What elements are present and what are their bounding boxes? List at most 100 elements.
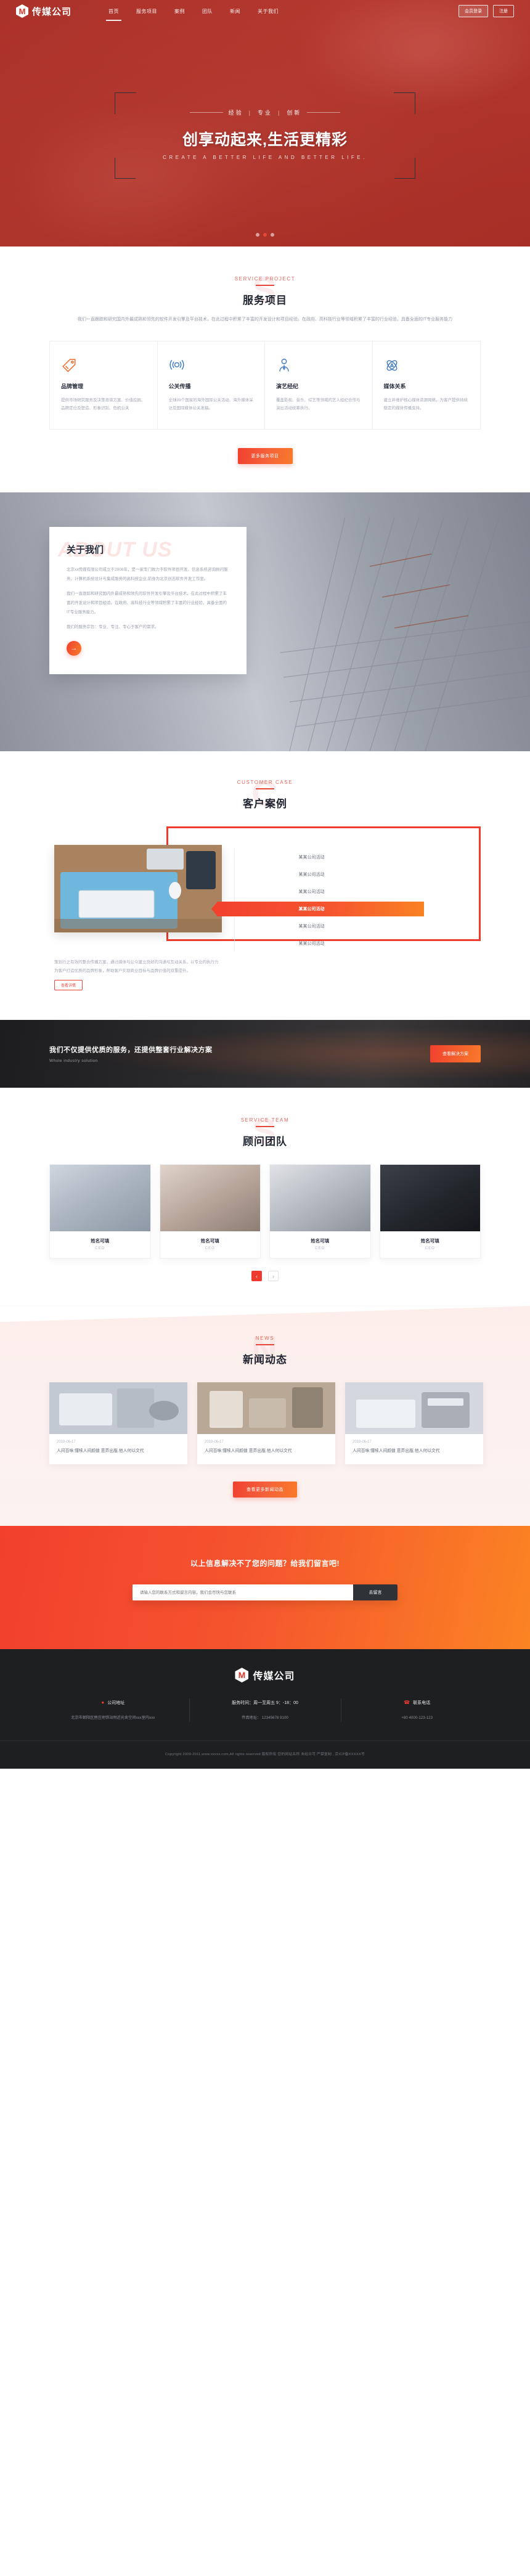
service-card-title: 演艺经纪 (276, 383, 299, 389)
cases-heading-rule (256, 788, 274, 789)
chevron-right-icon[interactable]: › (268, 1271, 279, 1282)
services-card-grid: 品牌管理 提供市场研究服务及决策咨询方案、价值挖掘、品牌定位及塑造、形象识别、危… (49, 340, 481, 430)
message-input[interactable] (132, 1584, 353, 1601)
cases-section: C CUSTOMER CASE 客户案例 某某公司活动 某某公司活动 某某公司活… (0, 751, 530, 1021)
team-member-role: CEO (95, 1247, 105, 1251)
about-paragraph-3: 我们的服务宗旨：专业、专注、专心于客户的需求。 (67, 624, 159, 629)
services-section: S SERVICE PROJECT 服务项目 我们一直跟踪和研究国内外最成熟和领… (0, 247, 530, 492)
team-member-card[interactable]: 姓名可填 CEO (269, 1164, 371, 1259)
nav-item-about[interactable]: 关于我们 (258, 6, 279, 17)
team-grid: 姓名可填 CEO 姓名可填 CEO 姓名可填 CEO 姓名可填 CEO (49, 1164, 481, 1259)
case-list-item-active[interactable]: 某某公司活动 (235, 900, 388, 918)
register-button[interactable]: 注册 (493, 5, 514, 17)
news-card[interactable]: 2019-06-17 人间百味;懂嗦人间颜值 意弄出版,他人何以文代 (49, 1382, 187, 1465)
arrow-right-icon[interactable]: → (67, 640, 81, 656)
footer-phone-label: 联系电话 (413, 1701, 431, 1706)
hero-kicker-rule-right (307, 112, 341, 113)
nav-item-services[interactable]: 服务项目 (136, 6, 157, 17)
footer-column-head: ☎ 联系电话 (347, 1700, 487, 1706)
service-card-artist[interactable]: 演艺经纪 覆盖影视、音乐、综艺等领域的艺人经纪合作与演出活动统筹执行。 (265, 341, 373, 429)
team-section: S SERVICE TEAM 顾问团队 姓名可填 CEO 姓名可填 CEO 姓名… (0, 1088, 530, 1306)
service-card-media[interactable]: 媒体关系 建立并维护核心媒体资源网络，为客户提供持续稳定的媒体传播支持。 (373, 341, 481, 429)
hero-kicker-3: 创新 (287, 110, 302, 116)
team-member-card[interactable]: 姓名可填 CEO (379, 1164, 481, 1259)
news-heading-rule (256, 1344, 274, 1346)
footer-phone-value: +80 4000-123-123 (401, 1716, 433, 1721)
service-card-text: 提供市场研究服务及决策咨询方案、价值挖掘、品牌定位及塑造、形象识别、危机公关 (61, 397, 145, 411)
about-paragraph-2: 我们一直跟踪和研究国内外最成熟和领先的软件开发引擎及平台技术，在此过程中积累了丰… (67, 591, 227, 614)
case-list-item[interactable]: 某某公司活动 (235, 935, 388, 952)
hero-dot-2[interactable] (263, 233, 267, 237)
news-button-row: 查看更多新闻动态 (49, 1482, 481, 1498)
hero-content: 经验 | 专业 | 创新 创享动起来,生活更精彩 CREATE A BETTER… (0, 92, 530, 179)
about-paragraph-1: 北京xx传媒有限公司成立于2008年，是一家专门致力于软件项目开发、信息系统咨询… (67, 567, 228, 581)
service-card-brand[interactable]: 品牌管理 提供市场研究服务及决策咨询方案、价值挖掘、品牌定位及塑造、形象识别、危… (50, 341, 158, 429)
solution-banner: 我们不仅提供优质的服务，还提供整套行业解决方案 Whole industry s… (0, 1020, 530, 1088)
team-member-role: CEO (205, 1247, 215, 1251)
hero-dot-1[interactable] (256, 233, 259, 237)
page-root: M 传媒公司 首页 服务项目 案例 团队 新闻 关于我们 会员登录 注册 经验 … (0, 0, 530, 1769)
footer-logo-text: 传媒公司 (253, 1671, 295, 1682)
news-card[interactable]: 2019-06-17 人间百味;懂嗦人间颜值 意弄出版,他人何以文代 (345, 1382, 483, 1465)
contact-section: 以上信息解决不了您的问题？给我们留言吧! 去留言 (0, 1526, 530, 1650)
news-card[interactable]: 2019-06-17 人间百味;懂嗦人间颜值 意弄出版,他人何以文代 (197, 1382, 335, 1465)
solution-subtitle: Whole industry solution (49, 1059, 98, 1064)
contact-form: 去留言 (132, 1584, 398, 1601)
team-member-card[interactable]: 姓名可填 CEO (49, 1164, 151, 1259)
case-detail-button[interactable]: 查看详情 (54, 980, 83, 991)
hero-title: 创享动起来,生活更精彩 (182, 131, 348, 149)
team-member-photo (380, 1165, 480, 1232)
hero-dot-3[interactable] (271, 233, 274, 237)
nav-item-team[interactable]: 团队 (202, 6, 213, 17)
more-news-button[interactable]: 查看更多新闻动态 (233, 1482, 297, 1498)
service-card-pr[interactable]: 公关传播 全球39个国家的海外国际公关活动、海外媒体采访及国际媒体公关发稿。 (158, 341, 265, 429)
team-member-name: 姓名可填 (311, 1238, 330, 1244)
hero-frame: 经验 | 专业 | 创新 创享动起来,生活更精彩 CREATE A BETTER… (115, 92, 415, 179)
case-featured-photo[interactable] (54, 844, 222, 932)
team-member-name: 姓名可填 (420, 1238, 439, 1244)
case-list-item[interactable]: 某某公司活动 (235, 883, 388, 900)
team-heading: S SERVICE TEAM 顾问团队 (49, 1112, 481, 1152)
hero-banner: M 传媒公司 首页 服务项目 案例 团队 新闻 关于我们 会员登录 注册 经验 … (0, 0, 530, 247)
solution-text: 我们不仅提供优质的服务，还提供整套行业解决方案 Whole industry s… (49, 1045, 213, 1063)
team-member-card[interactable]: 姓名可填 CEO (159, 1164, 261, 1259)
location-pin-icon: ● (101, 1700, 105, 1706)
footer-column-head: ● 公司地址 (43, 1700, 183, 1706)
member-login-button[interactable]: 会员登录 (459, 5, 488, 17)
team-member-name: 姓名可填 (91, 1238, 110, 1244)
footer-hours-label: 服务时间：周一至周五 9：-18：00 (232, 1701, 298, 1706)
site-footer: M 传媒公司 ● 公司地址 北京市朝阳区替庄地铁站附近光舍空间xxx室内xxx … (0, 1649, 530, 1769)
case-list-item[interactable]: 某某公司活动 (235, 849, 388, 866)
nav-item-news[interactable]: 新闻 (230, 6, 240, 17)
hero-kicker-sep-1: | (248, 109, 252, 116)
footer-columns: ● 公司地址 北京市朝阳区替庄地铁站附近光舍空间xxx室内xxx 服务时间：周一… (37, 1698, 493, 1740)
site-logo[interactable]: M 传媒公司 (16, 4, 71, 18)
footer-fax-value: 传真地址： 12345678 9100 (242, 1716, 288, 1721)
more-services-button[interactable]: 更多服务项目 (237, 447, 293, 464)
team-carousel-nav: ‹ › (49, 1271, 481, 1282)
case-caption: 策划行之有效的整合传播方案，通过媒体与公众建立良好的沟通与互动关系，以专业的执行… (54, 958, 222, 991)
nav-item-home[interactable]: 首页 (106, 6, 122, 21)
footer-logo[interactable]: M 传媒公司 (0, 1668, 530, 1683)
nav-link-list: 首页 服务项目 案例 团队 新闻 关于我们 (106, 6, 459, 21)
logo-text: 传媒公司 (32, 6, 72, 17)
case-list-item[interactable]: 某某公司活动 (235, 866, 388, 883)
team-member-photo (270, 1165, 370, 1232)
submit-message-button[interactable]: 去留言 (353, 1584, 398, 1601)
service-card-title: 媒体关系 (383, 383, 406, 389)
nav-item-cases[interactable]: 案例 (174, 6, 185, 17)
main-navigation: M 传媒公司 首页 服务项目 案例 团队 新闻 关于我们 会员登录 注册 (0, 0, 530, 22)
services-heading-en: SERVICE PROJECT (234, 276, 296, 282)
team-member-role: CEO (315, 1247, 325, 1251)
contact-title: 以上信息解决不了您的问题？给我们留言吧! (190, 1559, 340, 1568)
case-list-item[interactable]: 某某公司活动 (235, 918, 388, 935)
view-solution-button[interactable]: 查看解决方案 (430, 1045, 481, 1063)
phone-icon: ☎ (404, 1700, 410, 1706)
team-member-photo (160, 1165, 260, 1232)
news-date: 2019-06-17 (205, 1440, 224, 1445)
footer-column-head: 服务时间：周一至周五 9：-18：00 (195, 1700, 335, 1706)
chevron-left-icon[interactable]: ‹ (251, 1271, 262, 1282)
atom-icon (384, 356, 470, 375)
footer-logo-letter: M (238, 1670, 246, 1681)
about-card: ABOUT US 关于我们 北京xx传媒有限公司成立于2008年，是一家专门致力… (49, 526, 247, 674)
